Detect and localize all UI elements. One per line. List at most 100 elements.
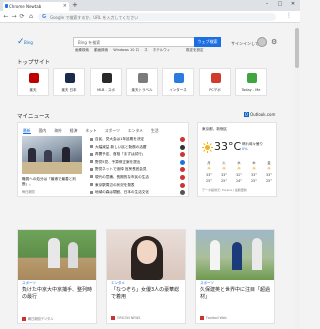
forecast-high: 33° xyxy=(220,173,227,177)
avatar[interactable] xyxy=(257,37,267,47)
top-site-tile[interactable]: 楽天 日本 xyxy=(53,68,85,96)
site-label: PCデポ xyxy=(209,88,221,92)
forecast-label: 月 xyxy=(207,161,211,165)
headline-item[interactable]: 野党5党、予算修正案を提出 xyxy=(90,159,185,168)
news-tab[interactable]: 海外 xyxy=(54,128,62,133)
msn-logo[interactable]: ✓ Bing xyxy=(17,37,33,47)
news-source: Football Web xyxy=(200,316,227,320)
quick-link[interactable]: 画像検索 xyxy=(75,48,89,52)
weather-location: 東京都、新宿区 xyxy=(202,127,228,131)
top-site-tile[interactable]: MLB - スポ xyxy=(90,68,122,96)
headline-item[interactable]: 自民、党大会は1年延期を決定 xyxy=(90,137,185,145)
source-name: Football Web xyxy=(206,316,227,320)
headline-text: 現代の意識、長期的な市民の生活 xyxy=(95,174,149,179)
scrollbar[interactable] xyxy=(294,24,300,329)
forecast-high: 32° xyxy=(235,173,242,177)
news-title: 負けた中京大中京捕手、整列時の最行 xyxy=(22,287,93,300)
top-site-tile[interactable]: PCデポ xyxy=(199,68,231,96)
news-feature-image[interactable] xyxy=(22,136,82,174)
news-card-bottom[interactable]: エンタメ 「なつぞら」女優3人の豪華総で着用 ORICON NEWS xyxy=(106,229,186,324)
source-logo-icon xyxy=(22,317,26,321)
source-logo-icon xyxy=(200,316,204,320)
site-icon xyxy=(174,73,184,83)
headline-item[interactable]: 大幅減益 新しい民と勤務の活躍 xyxy=(90,144,185,153)
quick-link[interactable]: ネ xyxy=(144,48,148,52)
quick-link[interactable]: Windows 10 ロ xyxy=(113,48,139,52)
settings-gear-icon[interactable]: ⚙ xyxy=(271,38,277,46)
quick-link[interactable]: 動画検索 xyxy=(94,48,108,52)
site-icon xyxy=(247,73,257,83)
weather-condition: 晴れ時々曇り 0% xyxy=(242,142,263,151)
news-title: 久保建英と世界中に注目「超過材」 xyxy=(200,287,271,300)
news-card-bottom[interactable]: スポーツ 久保建英と世界中に注目「超過材」 Football Web xyxy=(195,229,275,324)
web-search-button[interactable]: ウェブ検索 xyxy=(194,37,221,47)
outlook-label: Outlook.com xyxy=(250,112,276,117)
precipitation: 0% xyxy=(242,146,248,151)
forecast-low: 25° xyxy=(265,179,272,183)
news-card: 最新 国内 海外 経済 ネット スポーツ エンタメ 生活 職員への処分は「最適で最善と判断」。… xyxy=(17,122,189,197)
news-card-bottom[interactable]: スポーツ 負けた中京大中京捕手、整列時の最行 朝日新聞デジタル xyxy=(17,229,97,324)
minimize-button[interactable]: – xyxy=(262,0,272,9)
maximize-button[interactable]: □ xyxy=(275,0,285,9)
source-icon xyxy=(180,190,185,196)
close-window-button[interactable]: ✕ xyxy=(288,0,298,9)
weather-card[interactable]: 東京都、新宿区 33°C 晴れ時々曇り 0% 月 ☀ 33° 25° 火 ☀ 33° 25° … xyxy=(197,122,277,197)
set-homepage-link[interactable]: 既定を設定 xyxy=(186,48,204,53)
news-title: 「なつぞら」女優3人の豪華総で着用 xyxy=(111,287,180,300)
site-icon xyxy=(65,73,75,83)
search-placeholder: Bing を検索 xyxy=(78,40,101,45)
top-site-tile[interactable]: インターネ xyxy=(162,68,194,96)
site-icon xyxy=(211,73,221,83)
news-feature-caption[interactable]: 職員への処分は「最適で最善と判断」。 xyxy=(22,177,84,186)
browser-menu-icon[interactable]: ⋮ xyxy=(286,12,292,19)
site-label: 楽天 日本 xyxy=(61,88,77,92)
address-placeholder: Google で検索するか、URL を入力してください xyxy=(50,14,139,20)
news-tab[interactable]: 経済 xyxy=(70,128,78,133)
outlook-link[interactable]: O Outlook.com xyxy=(244,112,275,117)
news-image xyxy=(18,230,96,280)
headline-item[interactable]: 再開予定、首相「まずは試行」 xyxy=(90,152,185,160)
headline-bullet xyxy=(90,137,93,141)
news-category: スポーツ xyxy=(200,281,214,285)
address-bar[interactable]: G Google で検索するか、URL を入力してください xyxy=(38,13,276,21)
news-source: 朝日新聞デジタル xyxy=(22,316,53,321)
top-site-tile[interactable]: 楽天 xyxy=(17,68,49,96)
home-icon[interactable]: ⌂ xyxy=(27,13,35,20)
headline-text: 地域の森は閉館、日本の生活文化 xyxy=(95,190,149,195)
weather-temperature: 33°C xyxy=(214,140,242,153)
scrollbar-thumb[interactable] xyxy=(295,28,299,68)
tab-close-icon[interactable]: × xyxy=(63,3,67,9)
news-tab[interactable]: 生活 xyxy=(151,128,159,133)
forecast-day: 月 ☀ 33° 25° xyxy=(202,160,216,184)
headline-item[interactable]: 東京駅周辺の状況を発表 xyxy=(90,182,185,191)
forecast-sun-icon: ☀ xyxy=(266,166,272,172)
source-icon xyxy=(180,137,185,142)
reload-icon[interactable]: ⟳ xyxy=(18,13,26,20)
source-name: ORICON NEWS xyxy=(117,316,141,320)
headline-bullet xyxy=(90,145,93,149)
top-site-tile[interactable]: 楽天トラベル xyxy=(126,68,158,96)
news-tab[interactable]: 国内 xyxy=(39,128,47,133)
quick-links: 画像検索 動画検索 Windows 10 ロ ネ ホテルウィ xyxy=(75,48,174,53)
site-icon xyxy=(138,73,148,83)
forecast-sun-icon: ☀ xyxy=(221,166,227,172)
browser-tab[interactable]: Chrome Newtab × xyxy=(3,2,69,11)
back-icon[interactable]: ← xyxy=(2,13,10,20)
forward-icon[interactable]: → xyxy=(10,13,18,20)
news-tab[interactable]: ネット xyxy=(85,128,96,133)
news-tab[interactable]: スポーツ xyxy=(105,128,120,133)
top-site-tile[interactable]: Today - Me xyxy=(235,68,267,96)
msn-logo-text: Bing xyxy=(24,40,33,45)
news-tab[interactable]: エンタメ xyxy=(128,128,143,133)
google-icon: G xyxy=(42,14,47,20)
site-icon xyxy=(29,73,39,83)
source-icon xyxy=(180,174,185,180)
new-tab-button[interactable]: + xyxy=(72,1,78,9)
headline-item[interactable]: 地域の森は閉館、日本の生活文化 xyxy=(90,190,185,198)
bing-search-box[interactable]: Bing を検索 ウェブ検索 xyxy=(73,37,221,47)
headline-item[interactable]: 現代の意識、長期的な市民の生活 xyxy=(90,174,185,183)
quick-link[interactable]: ホテルウィ xyxy=(153,48,171,52)
headline-item[interactable]: 野党ネットで追悼 官房長官会見 xyxy=(90,167,185,175)
site-label: 楽天トラベル xyxy=(131,88,153,92)
news-tab[interactable]: 最新 xyxy=(23,128,31,134)
